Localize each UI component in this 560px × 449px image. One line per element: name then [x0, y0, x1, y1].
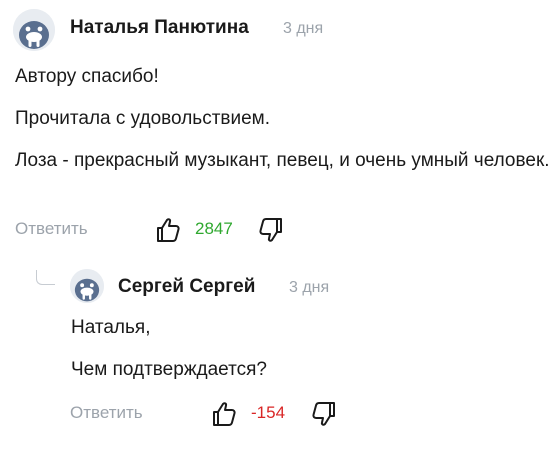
rating-count: 2847 [195, 219, 233, 238]
reply-thread-line [36, 270, 55, 285]
like-button[interactable] [211, 400, 237, 428]
thumbs-down-icon [259, 218, 282, 242]
comment-paragraph: Прочитала с удовольствием. [15, 108, 271, 129]
avatar[interactable] [70, 269, 104, 303]
dislike-button[interactable] [258, 216, 284, 244]
thumbs-up-icon [213, 402, 236, 426]
thumbs-down-icon [312, 402, 335, 426]
comment-paragraph: Наталья, [71, 317, 151, 338]
comment-text: Наталья, Чем подтверждается? [71, 313, 551, 397]
thumbs-up-icon [157, 218, 180, 242]
comment-time: 3 дня [283, 20, 324, 37]
walrus-avatar-icon [13, 9, 55, 51]
dislike-button[interactable] [311, 400, 337, 428]
comment-paragraph: Автору спасибо! [15, 66, 159, 87]
reply-button[interactable]: Ответить [70, 403, 143, 423]
like-button[interactable] [155, 216, 181, 244]
comment-text: Автору спасибо! Прочитала с удовольствие… [15, 62, 560, 188]
comment-paragraph: Лоза - прекрасный музыкант, певец, и оче… [15, 150, 550, 171]
comment-paragraph: Чем подтверждается? [71, 359, 267, 380]
reply-button[interactable]: Ответить [15, 219, 88, 239]
comment-time: 3 дня [289, 279, 330, 296]
avatar[interactable] [13, 9, 55, 51]
rating-count: -154 [251, 403, 286, 422]
walrus-avatar-icon [70, 269, 104, 303]
comment-author[interactable]: Сергей Сергей [118, 276, 255, 298]
comment-author[interactable]: Наталья Панютина [70, 17, 249, 39]
